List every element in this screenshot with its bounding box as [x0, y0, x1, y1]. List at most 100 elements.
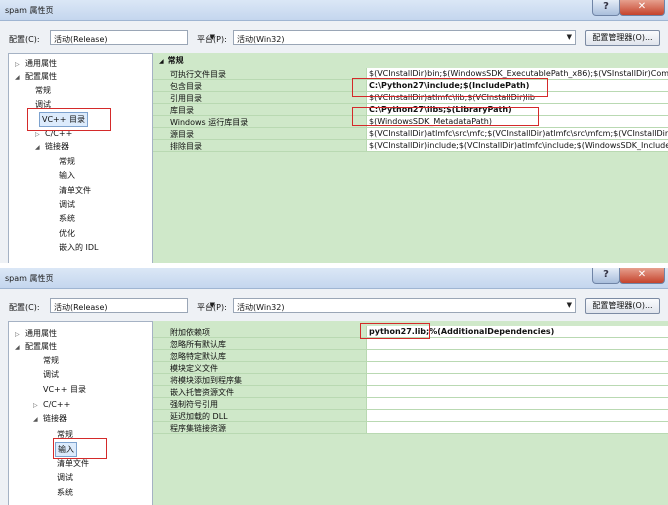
tree-item-label: 链接器 — [45, 142, 69, 151]
tree-item-linker-general[interactable]: 常规 — [57, 428, 73, 441]
property-row-module-definition-file[interactable]: 模块定义文件 — [153, 362, 668, 374]
property-value-cell[interactable] — [366, 398, 668, 409]
property-value-cell[interactable]: $(WindowsSDK_MetadataPath) — [366, 116, 668, 127]
platform-dropdown[interactable]: 活动(Win32) ▼ — [233, 30, 576, 45]
property-value-cell[interactable]: C:\Python27\libs;$(LibraryPath) — [366, 104, 668, 115]
property-value: python27.lib;%(AdditionalDependencies) — [369, 327, 555, 336]
config-manager-button[interactable]: 配置管理器(O)... — [585, 298, 660, 314]
tree-item-label: 调试 — [43, 370, 59, 379]
property-row-source-dirs[interactable]: 源目录 $(VCInstallDir)atlmfc\src\mfc;$(VCIns… — [153, 128, 668, 140]
tree-item-c-cpp[interactable]: ▷ C/C++ — [33, 398, 70, 411]
tree-item-debugging[interactable]: 调试 — [35, 98, 51, 111]
collapse-arrow-icon[interactable]: ◢ — [159, 58, 164, 65]
tree-item-linker-input[interactable]: 输入 — [59, 169, 75, 182]
property-tree[interactable]: ▷ 通用属性 ◢ 配置属性 常规 调试 VC++ 目录 ▷ C/C++ ◢ 链接器 常规… — [8, 321, 153, 505]
tree-item-linker-debugging[interactable]: 调试 — [59, 198, 75, 211]
property-row-additional-dependencies[interactable]: 附加依赖项 python27.lib;%(AdditionalDependenci… — [153, 326, 668, 338]
property-value-cell[interactable]: $(VCInstallDir)bin;$(WindowsSDK_Executab… — [366, 68, 668, 79]
property-name: 忽略所有默认库 — [170, 340, 226, 349]
config-value: 活动(Release) — [54, 35, 108, 44]
config-dropdown[interactable]: 活动(Release) ▼ — [50, 30, 215, 45]
group-header-general[interactable]: ◢ 常规 — [159, 55, 184, 66]
property-value-cell[interactable] — [366, 362, 668, 373]
property-value-cell[interactable]: $(VCInstallDir)atlmfc\lib;$(VCInstallDir… — [366, 92, 668, 103]
tree-item-label: VC++ 目录 — [42, 115, 86, 124]
tree-item-common-properties[interactable]: ▷ 通用属性 — [15, 327, 57, 340]
platform-dropdown[interactable]: 活动(Win32) ▼ — [233, 298, 576, 313]
property-name: 延迟加载的 DLL — [170, 412, 228, 421]
property-grid: ◢ 常规 可执行文件目录 $(VCInstallDir)bin;$(WindowsS… — [153, 53, 668, 263]
property-row-executable-dirs[interactable]: 可执行文件目录 $(VCInstallDir)bin;$(WindowsSDK_E… — [153, 68, 668, 80]
property-row-winrt-dirs[interactable]: Windows 运行库目录 $(WindowsSDK_MetadataPath) — [153, 116, 668, 128]
property-name: Windows 运行库目录 — [170, 118, 249, 127]
property-value-cell[interactable] — [366, 338, 668, 349]
tree-item-system[interactable]: 系统 — [57, 486, 73, 499]
tree-item-label: 优化 — [59, 229, 75, 238]
collapse-arrow-icon[interactable]: ◢ — [35, 141, 45, 154]
tree-item-debugging[interactable]: 调试 — [43, 368, 59, 381]
tree-item-embedded-idl[interactable]: 嵌入的 IDL — [59, 241, 99, 254]
property-row-delay-loaded-dlls[interactable]: 延迟加载的 DLL — [153, 410, 668, 422]
tree-item-linker-general[interactable]: 常规 — [59, 155, 75, 168]
property-row-exclude-dirs[interactable]: 排除目录 $(VCInstallDir)include;$(VCInstallDi… — [153, 140, 668, 152]
tree-item-config-properties[interactable]: ◢ 配置属性 — [15, 70, 57, 83]
property-name: 模块定义文件 — [170, 364, 218, 373]
tree-item-common-properties[interactable]: ▷ 通用属性 — [15, 57, 57, 70]
property-value-cell[interactable] — [366, 386, 668, 397]
property-value-cell[interactable]: $(VCInstallDir)atlmfc\src\mfc;$(VCInstal… — [366, 128, 668, 139]
property-row-assembly-link-resource[interactable]: 程序集链接资源 — [153, 422, 668, 434]
property-value-cell[interactable]: $(VCInstallDir)include;$(VCInstallDir)at… — [366, 140, 668, 151]
tree-item-config-properties[interactable]: ◢ 配置属性 — [15, 340, 57, 353]
close-button[interactable]: ✕ — [619, 268, 665, 284]
help-button[interactable]: ? — [592, 268, 620, 284]
property-row-reference-dirs[interactable]: 引用目录 $(VCInstallDir)atlmfc\lib;$(VCInstal… — [153, 92, 668, 104]
close-icon: ✕ — [637, 269, 647, 280]
tree-item-general[interactable]: 常规 — [43, 354, 59, 367]
config-dropdown[interactable]: 活动(Release) ▼ — [50, 298, 215, 313]
tree-item-manifest-file[interactable]: 清单文件 — [57, 457, 89, 470]
tree-item-label: 链接器 — [43, 414, 67, 423]
help-button[interactable]: ? — [592, 0, 620, 16]
property-value: $(VCInstallDir)include;$(VCInstallDir)at… — [369, 141, 668, 150]
tree-item-c-cpp[interactable]: ▷ C/C++ — [35, 127, 72, 140]
config-value: 活动(Release) — [54, 303, 108, 312]
property-value-cell[interactable] — [366, 374, 668, 385]
tree-item-label: 常规 — [57, 430, 73, 439]
property-value-cell[interactable] — [366, 350, 668, 361]
tree-item-general[interactable]: 常规 — [35, 84, 51, 97]
property-row-library-dirs[interactable]: 库目录 C:\Python27\libs;$(LibraryPath) — [153, 104, 668, 116]
tree-item-linker-debugging[interactable]: 调试 — [57, 471, 73, 484]
expand-arrow-icon[interactable]: ▷ — [33, 399, 43, 412]
tree-item-linker-input[interactable]: 输入 — [55, 442, 77, 457]
tree-item-label: 系统 — [57, 488, 73, 497]
property-value-cell[interactable] — [366, 422, 668, 433]
property-name: 库目录 — [170, 106, 194, 115]
tree-item-system[interactable]: 系统 — [59, 212, 75, 225]
property-name: 排除目录 — [170, 142, 202, 151]
tree-item-manifest-file[interactable]: 清单文件 — [59, 184, 91, 197]
property-value-cell[interactable]: python27.lib;%(AdditionalDependencies) — [366, 326, 668, 337]
collapse-arrow-icon[interactable]: ◢ — [15, 341, 25, 354]
property-tree[interactable]: ▷ 通用属性 ◢ 配置属性 常规 调试 VC++ 目录 ▷ C/C++ ◢ 链接器 常规… — [8, 53, 153, 263]
property-name: 程序集链接资源 — [170, 424, 226, 433]
property-value-cell[interactable]: C:\Python27\include;$(IncludePath) — [366, 80, 668, 91]
collapse-arrow-icon[interactable]: ◢ — [33, 413, 43, 426]
tree-item-optimization[interactable]: 优化 — [59, 227, 75, 240]
tree-item-linker[interactable]: ◢ 链接器 — [35, 140, 69, 153]
property-row-embed-managed-resource[interactable]: 嵌入托管资源文件 — [153, 386, 668, 398]
config-manager-button[interactable]: 配置管理器(O)... — [585, 30, 660, 46]
property-row-ignore-all-default-libs[interactable]: 忽略所有默认库 — [153, 338, 668, 350]
property-row-add-module-to-assembly[interactable]: 将模块添加到程序集 — [153, 374, 668, 386]
collapse-arrow-icon[interactable]: ◢ — [15, 71, 25, 84]
property-row-ignore-specific-default-libs[interactable]: 忽略特定默认库 — [153, 350, 668, 362]
property-row-force-symbol-references[interactable]: 强制符号引用 — [153, 398, 668, 410]
close-icon: ✕ — [637, 1, 647, 12]
tree-item-vc-directories[interactable]: VC++ 目录 — [39, 112, 89, 127]
property-value: $(VCInstallDir)atlmfc\lib;$(VCInstallDir… — [369, 93, 535, 102]
property-row-include-dirs[interactable]: 包含目录 C:\Python27\include;$(IncludePath) — [153, 80, 668, 92]
close-button[interactable]: ✕ — [619, 0, 665, 16]
tree-item-linker[interactable]: ◢ 链接器 — [33, 412, 67, 425]
tree-item-vc-directories[interactable]: VC++ 目录 — [43, 383, 86, 396]
property-value-cell[interactable] — [366, 410, 668, 421]
property-value: C:\Python27\libs;$(LibraryPath) — [369, 105, 512, 114]
